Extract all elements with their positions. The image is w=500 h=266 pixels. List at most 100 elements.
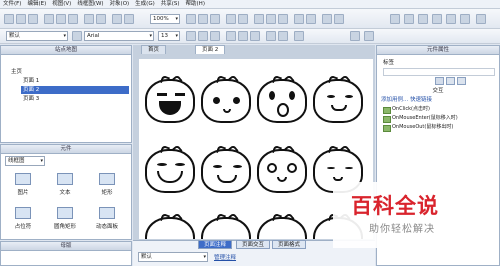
widget-text[interactable]: 文本 (45, 173, 85, 196)
master-panel: 母版 (0, 241, 132, 266)
tree-item-page3[interactable]: 页面 3 (21, 95, 39, 103)
arrange-icon[interactable] (186, 14, 196, 24)
emoji-row3-c[interactable] (257, 217, 307, 239)
tree-item-home[interactable]: 主页 (9, 68, 22, 76)
tab-page-format[interactable]: 页面格式 (272, 240, 307, 249)
menu-generate[interactable]: 生成(G) (132, 0, 158, 9)
placeholder-icon (15, 207, 31, 219)
font-color-icon[interactable] (278, 31, 288, 41)
arrow-style-icon[interactable] (432, 14, 442, 24)
menu-help[interactable]: 帮助(H) (183, 0, 208, 9)
position-y-icon[interactable] (364, 31, 374, 41)
props-tab-notes[interactable] (446, 77, 455, 85)
ungroup-icon[interactable] (210, 14, 220, 24)
text-align-right-icon[interactable] (250, 31, 260, 41)
event-onclick[interactable]: OnClick(点击时) (383, 106, 430, 114)
add-case-link[interactable]: 添加用例... 快速链接 (381, 95, 432, 103)
image-icon (15, 173, 31, 185)
emoji-dizzy[interactable] (257, 149, 307, 193)
menu-share[interactable]: 共享(S) (158, 0, 183, 9)
lock-icon[interactable] (306, 14, 316, 24)
publish-icon[interactable] (334, 14, 344, 24)
tab-home[interactable]: 首页 (141, 45, 167, 54)
copy-icon[interactable] (56, 14, 66, 24)
undo-icon[interactable] (84, 14, 94, 24)
preview-icon[interactable] (322, 14, 332, 24)
widget-dynamic-panel[interactable]: 动态面板 (87, 207, 127, 230)
props-tab-interaction[interactable] (435, 77, 444, 85)
group-icon[interactable] (198, 14, 208, 24)
style-edit-icon[interactable] (72, 31, 82, 41)
label-input[interactable] (383, 68, 495, 76)
tab-page-notes[interactable]: 页面注释 (198, 240, 233, 249)
line-width-icon[interactable] (404, 14, 414, 24)
connector-icon[interactable] (124, 14, 134, 24)
emoji-grin[interactable] (145, 149, 195, 193)
event-onmouseenter[interactable]: OnMouseEnter(鼠标移入时) (383, 115, 458, 123)
line-style-icon[interactable] (418, 14, 428, 24)
send-back-icon[interactable] (238, 14, 248, 24)
pointer-icon[interactable] (112, 14, 122, 24)
manage-notes-link[interactable]: 管理注释 (214, 253, 236, 261)
widget-image[interactable]: 图片 (3, 173, 43, 196)
tab-page2[interactable]: 页面 2 (195, 45, 226, 54)
menu-wireframe[interactable]: 线框图(W) (74, 0, 106, 9)
tree-item-page1[interactable]: 页面 1 (21, 77, 39, 85)
text-icon (57, 173, 73, 185)
font-select[interactable]: Arial ▾ (84, 31, 154, 41)
new-file-icon[interactable] (4, 14, 14, 24)
dynamic-panel-icon (99, 207, 115, 219)
text-align-center-icon[interactable] (238, 31, 248, 41)
event-onmouseout[interactable]: OnMouseOut(鼠标移出时) (383, 124, 453, 132)
tab-page-interaction[interactable]: 页面交互 (236, 240, 271, 249)
grid-view-icon[interactable] (460, 14, 470, 24)
italic-icon[interactable] (198, 31, 208, 41)
font-size-select[interactable]: 13 ▾ (158, 31, 180, 41)
align-left-icon[interactable] (254, 14, 264, 24)
widgets-header: 元件 (1, 145, 131, 154)
fill-color-icon[interactable] (266, 31, 276, 41)
rounded-rect-icon (57, 207, 73, 219)
bullet-icon[interactable] (294, 31, 304, 41)
distribute-icon[interactable] (294, 14, 304, 24)
bold-icon[interactable] (186, 31, 196, 41)
list-view-icon[interactable] (446, 14, 456, 24)
line-color-icon[interactable] (390, 14, 400, 24)
widget-rectangle[interactable]: 矩形 (87, 173, 127, 196)
text-align-left-icon[interactable] (226, 31, 236, 41)
more-icon[interactable] (476, 14, 486, 24)
underline-icon[interactable] (210, 31, 220, 41)
watermark-title: 百科全说 (351, 194, 439, 218)
align-right-icon[interactable] (278, 14, 288, 24)
notes-select[interactable]: 默认 ▾ (138, 252, 208, 262)
emoji-smirk[interactable] (313, 79, 363, 123)
menu-file[interactable]: 文件(F) (0, 0, 24, 9)
emoji-row3-b[interactable] (201, 217, 251, 239)
widget-library-select[interactable]: 线框图 ▾ (5, 156, 45, 166)
bring-front-icon[interactable] (226, 14, 236, 24)
properties-header: 元件属性 (377, 46, 499, 55)
align-center-icon[interactable] (266, 14, 276, 24)
menu-view[interactable]: 视图(V) (49, 0, 74, 9)
menu-edit[interactable]: 编辑(E) (24, 0, 49, 9)
save-icon[interactable] (28, 14, 38, 24)
props-tab-format[interactable] (457, 77, 466, 85)
redo-icon[interactable] (96, 14, 106, 24)
widget-rounded-rect[interactable]: 圆角矩形 (45, 207, 85, 230)
zoom-select[interactable]: 100% ▾ (150, 14, 180, 24)
widgets-panel: 元件 线框图 ▾ 图片 文本 矩形 占位符 圆角矩形 动态面板 (0, 144, 132, 240)
menu-object[interactable]: 对象(O) (107, 0, 133, 9)
cut-icon[interactable] (44, 14, 54, 24)
position-x-icon[interactable] (350, 31, 360, 41)
main-toolbar: 100% ▾ (0, 9, 500, 29)
open-file-icon[interactable] (16, 14, 26, 24)
style-select[interactable]: 默认 ▾ (6, 31, 68, 41)
tree-item-page2[interactable]: 页面 2 (21, 86, 129, 94)
paste-icon[interactable] (68, 14, 78, 24)
emoji-row3-a[interactable] (145, 217, 195, 239)
emoji-blush[interactable] (201, 149, 251, 193)
widget-placeholder[interactable]: 占位符 (3, 207, 43, 230)
emoji-teary[interactable] (201, 79, 251, 123)
emoji-laughing[interactable] (145, 79, 195, 123)
emoji-shocked[interactable] (257, 79, 307, 123)
